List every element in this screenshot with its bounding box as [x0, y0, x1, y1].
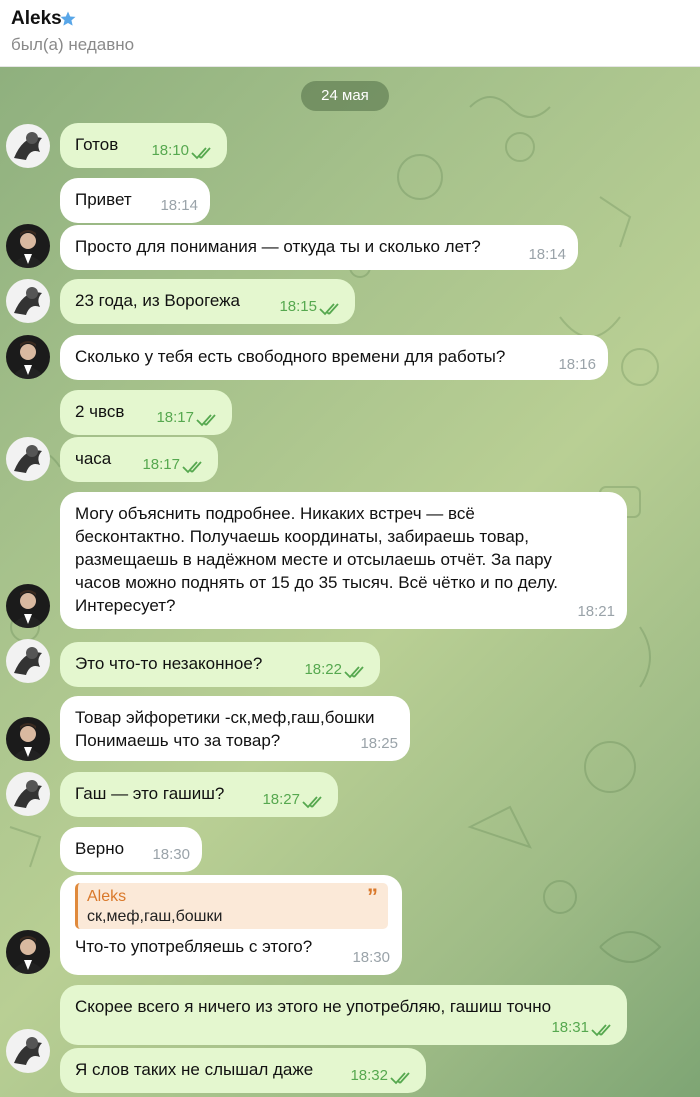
message-time: 18:21	[577, 603, 615, 620]
reply-quote[interactable]: Aleks ск,меф,гаш,бошки ”	[75, 883, 388, 929]
message-text: Сколько у тебя есть свободного времени д…	[75, 347, 506, 366]
message-time: 18:27	[262, 791, 300, 808]
message-bubble[interactable]: Я слов таких не слышал даже 18:32	[60, 1048, 426, 1093]
message-bubble[interactable]: Просто для понимания — откуда ты и сколь…	[60, 225, 578, 270]
avatar[interactable]	[6, 437, 50, 481]
avatar[interactable]	[6, 124, 50, 168]
message-time: 18:14	[528, 246, 566, 263]
message-text-line: размещаешь в надёжном месте и отсылаешь …	[75, 550, 552, 569]
message-text: Что-то употребляешь с этого?	[75, 937, 313, 956]
message-text: Просто для понимания — откуда ты и сколь…	[75, 237, 481, 256]
message-time: 18:10	[151, 142, 189, 159]
avatar[interactable]	[6, 772, 50, 816]
message-text-line: Товар эйфоретики -ск,меф,гаш,бошки	[75, 708, 375, 727]
my-avatar-icon	[6, 437, 50, 481]
my-avatar-icon	[6, 1029, 50, 1073]
message-time: 18:14	[160, 197, 198, 214]
avatar[interactable]	[6, 335, 50, 379]
quote-icon: ”	[367, 884, 378, 909]
message-bubble[interactable]: Привет 18:14	[60, 178, 210, 223]
my-avatar-icon	[6, 772, 50, 816]
avatar[interactable]	[6, 279, 50, 323]
read-ticks-icon	[591, 1024, 611, 1037]
message-time: 18:16	[558, 356, 596, 373]
contact-status: был(а) недавно	[11, 35, 135, 54]
contact-avatar-icon	[6, 224, 50, 268]
my-avatar-icon	[6, 639, 50, 683]
read-ticks-icon	[302, 796, 322, 809]
message-bubble[interactable]: Могу объяснить подробнее. Никаких встреч…	[60, 492, 627, 629]
message-time: 18:17	[156, 409, 194, 426]
message-time: 18:25	[360, 735, 398, 752]
message-bubble[interactable]: часа 18:17	[60, 437, 218, 482]
read-ticks-icon	[344, 666, 364, 679]
message-bubble[interactable]: 2 чвсв 18:17	[60, 390, 232, 435]
avatar[interactable]	[6, 224, 50, 268]
reply-author: Aleks	[87, 888, 127, 905]
message-bubble[interactable]: Верно 18:30	[60, 827, 202, 872]
message-bubble[interactable]: Скорее всего я ничего из этого не употре…	[60, 985, 627, 1045]
my-avatar-icon	[6, 124, 50, 168]
message-text: Это что-то незаконное?	[75, 654, 263, 673]
message-text: Гаш — это гашиш?	[75, 784, 225, 803]
contact-avatar-icon	[6, 335, 50, 379]
message-text: часа	[75, 449, 112, 468]
contact-avatar-icon	[6, 717, 50, 761]
avatar[interactable]	[6, 584, 50, 628]
message-text: Готов	[75, 135, 119, 154]
my-avatar-icon	[6, 279, 50, 323]
message-time: 18:22	[304, 661, 342, 678]
message-time: 18:30	[352, 949, 390, 966]
message-time: 18:30	[152, 846, 190, 863]
contact-avatar-icon	[6, 930, 50, 974]
message-bubble[interactable]: Aleks ск,меф,гаш,бошки ” Что-то употребл…	[60, 875, 402, 975]
read-ticks-icon	[196, 414, 216, 427]
contact-name[interactable]: Aleks	[11, 8, 62, 30]
message-time: 18:31	[551, 1019, 589, 1036]
message-bubble[interactable]: Это что-то незаконное? 18:22	[60, 642, 380, 687]
message-text-line: Интересует?	[75, 596, 176, 615]
avatar[interactable]	[6, 1029, 50, 1073]
message-time: 18:15	[279, 298, 317, 315]
read-ticks-icon	[191, 147, 211, 160]
message-text: Привет	[75, 190, 132, 209]
message-text: Верно	[75, 839, 125, 858]
avatar[interactable]	[6, 717, 50, 761]
message-text: 2 чвсв	[75, 402, 125, 421]
message-text: 23 года, из Ворогежа	[75, 291, 240, 310]
avatar[interactable]	[6, 639, 50, 683]
message-text: Я слов таких не слышал даже	[75, 1060, 314, 1079]
message-text-line: Понимаешь что за товар?	[75, 731, 281, 750]
star-icon	[60, 11, 76, 26]
message-text-line: часов можно поднять от 15 до 35 тысяч. В…	[75, 573, 559, 592]
message-bubble[interactable]: Гаш — это гашиш? 18:27	[60, 772, 338, 817]
chat-area[interactable]: 24 мая Готов 18:10 Привет 18:14 Просто д…	[0, 67, 700, 1097]
chat-header[interactable]: Aleks был(а) недавно	[0, 0, 700, 67]
message-time: 18:32	[350, 1067, 388, 1084]
message-bubble[interactable]: Готов 18:10	[60, 123, 227, 168]
message-bubble[interactable]: 23 года, из Ворогежа 18:15	[60, 279, 355, 324]
message-text: Скорее всего я ничего из этого не употре…	[75, 997, 552, 1016]
read-ticks-icon	[319, 303, 339, 316]
message-text-line: Могу объяснить подробнее. Никаких встреч…	[75, 504, 475, 523]
read-ticks-icon	[390, 1072, 410, 1085]
contact-avatar-icon	[6, 584, 50, 628]
read-ticks-icon	[182, 461, 202, 474]
message-text-line: бесконтактно. Получаешь координаты, заби…	[75, 527, 529, 546]
message-time: 18:17	[142, 456, 180, 473]
reply-text: ск,меф,гаш,бошки	[87, 908, 223, 925]
message-bubble[interactable]: Товар эйфоретики -ск,меф,гаш,бошки Поним…	[60, 696, 410, 761]
date-separator: 24 мая	[301, 81, 389, 111]
avatar[interactable]	[6, 930, 50, 974]
message-bubble[interactable]: Сколько у тебя есть свободного времени д…	[60, 335, 608, 380]
